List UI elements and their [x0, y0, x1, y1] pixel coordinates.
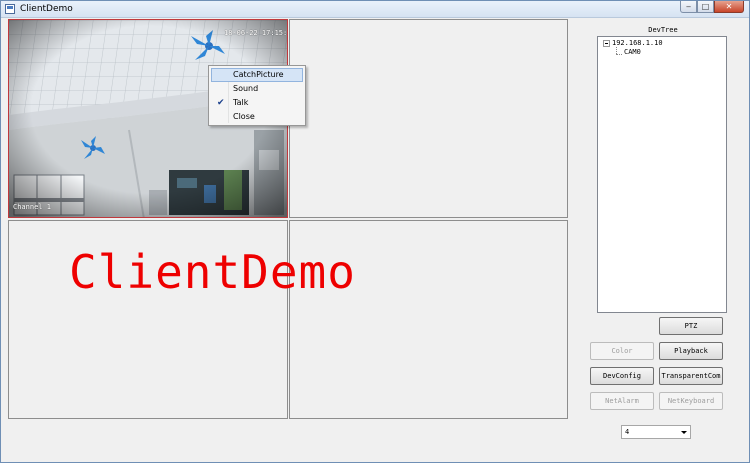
split-count-select[interactable]: 4: [621, 425, 691, 439]
ptz-button[interactable]: PTZ: [659, 317, 723, 335]
video-context-menu: CatchPicture Sound ✔ Talk Close: [208, 65, 306, 126]
tree-connector-line: [616, 54, 622, 55]
devconfig-button[interactable]: DevConfig: [590, 367, 654, 385]
menu-item-sound[interactable]: Sound: [211, 82, 303, 96]
transparentcom-button[interactable]: TransparentCom: [659, 367, 723, 385]
menu-item-catchpicture[interactable]: CatchPicture: [211, 68, 303, 82]
devtree-label: DevTree: [648, 26, 678, 34]
window-title: ClientDemo: [20, 4, 73, 14]
color-button[interactable]: Color: [590, 342, 654, 360]
tree-node-channel[interactable]: CAM0: [624, 48, 641, 57]
netkeyboard-button[interactable]: NetKeyboard: [659, 392, 723, 410]
menu-item-label: Close: [233, 112, 255, 121]
menu-item-label: Talk: [233, 98, 249, 107]
menu-item-label: CatchPicture: [233, 70, 284, 79]
minimize-button[interactable]: ‒: [680, 1, 697, 13]
client-demo-window: ClientDemo ‒ □ ✕ 18-06-22 17:15:4 Channe…: [0, 0, 750, 463]
menu-item-label: Sound: [233, 84, 259, 93]
app-icon: [5, 4, 15, 14]
maximize-button[interactable]: □: [697, 1, 714, 13]
device-tree[interactable]: 192.168.1.10 CAM0: [597, 36, 727, 313]
tree-connector-line: [616, 47, 617, 54]
playback-button[interactable]: Playback: [659, 342, 723, 360]
title-bar[interactable]: ClientDemo ‒ □ ✕: [1, 1, 749, 18]
check-icon: ✔: [217, 98, 225, 108]
client-demo-watermark: ClientDemo: [69, 245, 356, 299]
video-pane-2[interactable]: [289, 19, 568, 218]
chevron-down-icon[interactable]: [681, 431, 687, 434]
osd-channel-name: Channel 1: [13, 203, 51, 211]
netalarm-button[interactable]: NetAlarm: [590, 392, 654, 410]
menu-item-close[interactable]: Close: [211, 110, 303, 124]
tree-node-device[interactable]: 192.168.1.10: [612, 39, 663, 48]
menu-item-talk[interactable]: ✔ Talk: [211, 96, 303, 110]
collapse-toggle-icon[interactable]: [603, 40, 610, 47]
osd-timestamp: 18-06-22 17:15:4: [224, 29, 288, 37]
split-count-value: 4: [625, 428, 630, 436]
close-button[interactable]: ✕: [714, 1, 744, 13]
